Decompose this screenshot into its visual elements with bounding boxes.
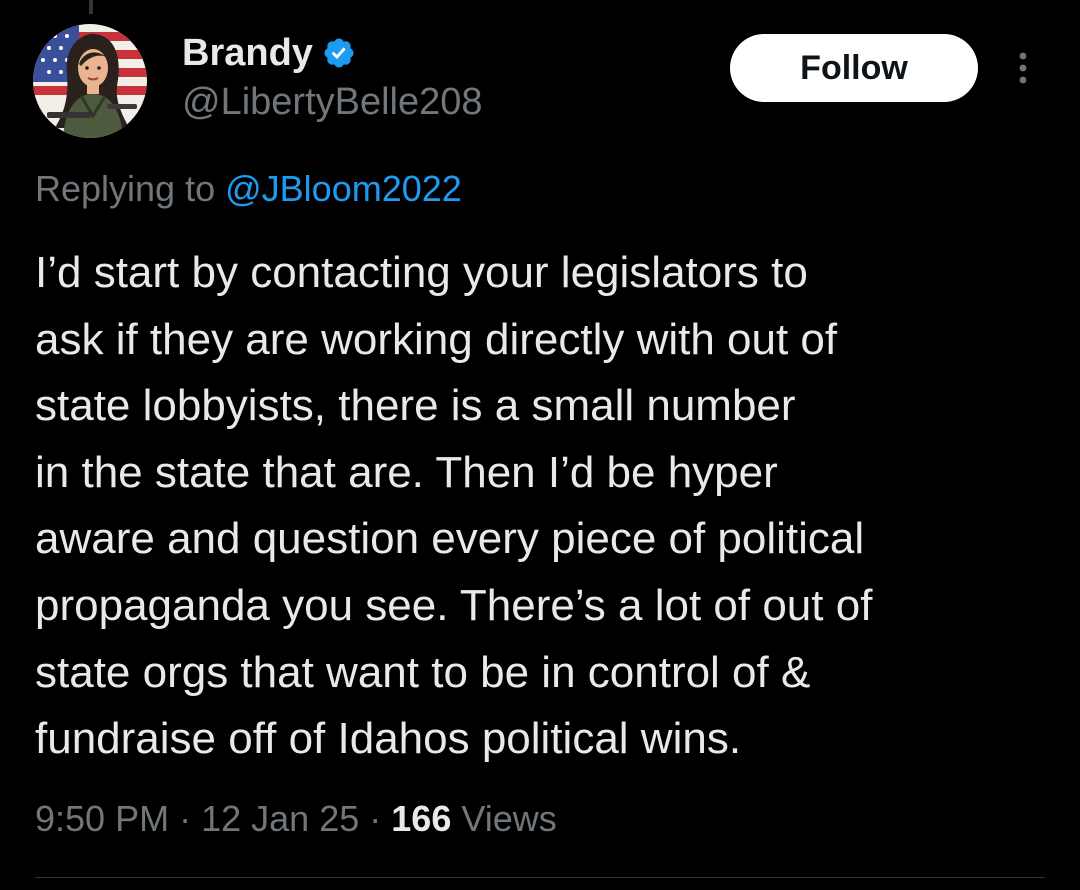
meta-separator: · [179,798,192,839]
author-handle[interactable]: @LibertyBelle208 [182,79,483,125]
verified-badge-icon [324,38,354,68]
follow-button[interactable]: Follow [730,34,978,102]
replying-to-label: Replying to [35,168,216,209]
tweet-text: I’d start by contacting your legislators… [35,240,1045,773]
replying-to: Replying to @JBloom2022 [35,166,462,212]
tweet-meta: 9:50 PM · 12 Jan 25 · 166 Views [35,796,557,842]
tweet-text-line: in the state that are. Then I’d be hyper [35,447,778,497]
tweet-text-line: state orgs that want to be in control of… [35,647,811,697]
author-name-row: Brandy [182,30,356,76]
tweet-text-line: fundraise off of Idahos political wins. [35,714,742,764]
display-name[interactable]: Brandy [182,30,313,76]
avatar-image [33,24,147,138]
tweet-text-line: aware and question every piece of politi… [35,514,865,564]
tweet-time[interactable]: 9:50 PM [35,798,169,839]
avatar[interactable] [33,24,147,138]
views-count: 166 [391,798,452,839]
tweet-text-line: propaganda you see. There’s a lot of out… [35,580,873,630]
views-label: Views [461,798,557,839]
divider [35,877,1045,878]
tweet-text-line: ask if they are working directly with ou… [35,314,838,364]
reply-mention-link[interactable]: @JBloom2022 [225,168,462,209]
tweet-date[interactable]: 12 Jan 25 [201,798,359,839]
thread-connector-line [89,0,93,14]
tweet-text-line: I’d start by contacting your legislators… [35,248,808,297]
meta-separator: · [369,798,382,839]
more-options-icon[interactable] [1008,50,1038,86]
tweet-text-line: state lobbyists, there is a small number [35,381,796,431]
